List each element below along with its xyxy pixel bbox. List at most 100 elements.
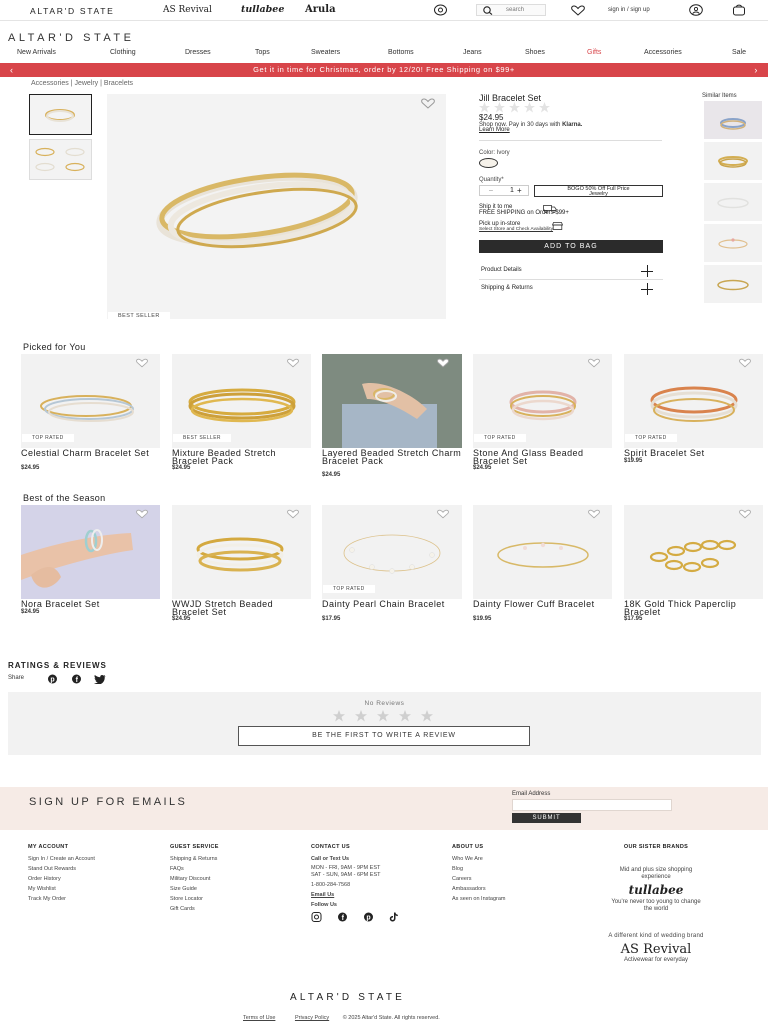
product-card-image[interactable]: TOP RATED	[624, 354, 763, 448]
color-swatch-ivory[interactable]	[479, 158, 498, 168]
add-to-wishlist-heart-icon[interactable]	[588, 509, 600, 519]
footer-link[interactable]: Shipping & Returns	[170, 854, 217, 864]
add-to-wishlist-heart-icon[interactable]	[287, 509, 299, 519]
facebook-icon[interactable]: f	[337, 912, 348, 922]
product-card-image[interactable]: TOP RATED	[322, 505, 462, 599]
breadcrumb[interactable]: Accessories | Jewelry | Bracelets	[31, 80, 133, 87]
wishlist-heart-icon[interactable]	[571, 5, 585, 16]
brand-arula[interactable]: Arula	[305, 4, 336, 15]
product-card-name[interactable]: Celestial Charm Bracelet Set	[21, 449, 160, 458]
footer-link[interactable]: Track My Order	[28, 894, 95, 904]
similar-item-3[interactable]	[704, 183, 762, 221]
add-to-wishlist-heart-icon[interactable]	[287, 358, 299, 368]
twitter-icon[interactable]	[94, 675, 106, 684]
product-card-image[interactable]: BEST SELLER	[172, 354, 311, 448]
footer-link[interactable]: As seen on Instagram	[452, 894, 506, 904]
product-card-image[interactable]	[473, 505, 612, 599]
nav-gifts[interactable]: Gifts	[587, 49, 601, 56]
brand-tullabee[interactable]: tullabee	[241, 4, 284, 15]
nav-sweaters[interactable]: Sweaters	[311, 49, 340, 56]
footer-link[interactable]: Stand Out Rewards	[28, 864, 95, 874]
add-to-wishlist-heart-icon[interactable]	[136, 358, 148, 368]
search-input[interactable]: search	[476, 4, 546, 16]
pinterest-icon[interactable]: p	[363, 912, 374, 922]
product-card-name[interactable]: Dainty Flower Cuff Bracelet	[473, 600, 612, 609]
product-card[interactable]: 18K Gold Thick Paperclip Bracelet $17.95	[624, 505, 763, 625]
promo-next-arrow-icon[interactable]: ›	[754, 63, 758, 77]
product-card-name[interactable]: 18K Gold Thick Paperclip Bracelet	[624, 600, 763, 617]
select-store-link[interactable]: Select Store and Check Availability	[479, 227, 553, 232]
product-card-name[interactable]: Spirit Bracelet Set	[624, 449, 763, 458]
location-pin-icon[interactable]	[434, 4, 447, 16]
footer-link[interactable]: FAQs	[170, 864, 217, 874]
product-card[interactable]: TOP RATED Celestial Charm Bracelet Set $…	[21, 354, 160, 476]
nav-dresses[interactable]: Dresses	[185, 49, 211, 56]
footer-logo[interactable]: ALTAR'D STATE	[290, 992, 405, 1003]
similar-item-5[interactable]	[704, 265, 762, 303]
similar-item-2[interactable]	[704, 142, 762, 180]
email-us-link[interactable]: Email Us	[311, 890, 380, 900]
add-to-wishlist-heart-icon[interactable]	[588, 358, 600, 368]
nav-jeans[interactable]: Jeans	[463, 49, 482, 56]
footer-link[interactable]: Store Locator	[170, 894, 217, 904]
account-icon[interactable]	[689, 4, 703, 16]
quantity-increase-button[interactable]: +	[517, 186, 522, 195]
add-to-wishlist-heart-icon[interactable]	[739, 509, 751, 519]
promo-prev-arrow-icon[interactable]: ‹	[10, 63, 14, 77]
nav-shoes[interactable]: Shoes	[525, 49, 545, 56]
submit-button[interactable]: SUBMIT	[512, 813, 581, 823]
product-card-name[interactable]: Nora Bracelet Set	[21, 600, 160, 609]
nav-tops[interactable]: Tops	[255, 49, 270, 56]
product-main-image[interactable]: BEST SELLER	[107, 94, 446, 320]
bag-icon[interactable]	[732, 4, 746, 16]
nav-sale[interactable]: Sale	[732, 49, 746, 56]
product-card[interactable]: Dainty Flower Cuff Bracelet $19.95	[473, 505, 612, 625]
nav-clothing[interactable]: Clothing	[110, 49, 136, 56]
facebook-icon[interactable]: f	[71, 674, 82, 684]
site-logo[interactable]: ALTAR'D STATE	[8, 32, 135, 44]
product-card-name[interactable]: Dainty Pearl Chain Bracelet	[322, 600, 462, 609]
product-card-image[interactable]	[322, 354, 462, 448]
sign-in-link[interactable]: sign in / sign up	[608, 7, 650, 13]
add-to-wishlist-heart-icon[interactable]	[421, 98, 435, 109]
product-card[interactable]: Nora Bracelet Set $24.95	[21, 505, 160, 625]
nav-bottoms[interactable]: Bottoms	[388, 49, 414, 56]
nav-accessories[interactable]: Accessories	[644, 49, 682, 56]
product-card-name[interactable]: Mixture Beaded Stretch Bracelet Pack	[172, 449, 311, 466]
product-thumbnail-2[interactable]	[29, 139, 92, 180]
product-card[interactable]: BEST SELLER Mixture Beaded Stretch Brace…	[172, 354, 311, 476]
footer-link[interactable]: Who We Are	[452, 854, 506, 864]
product-card[interactable]: TOP RATED Spirit Bracelet Set $19.95	[624, 354, 763, 476]
add-to-wishlist-heart-icon[interactable]	[437, 358, 449, 368]
product-card-name[interactable]: Stone And Glass Beaded Bracelet Set	[473, 449, 612, 466]
add-to-wishlist-heart-icon[interactable]	[739, 358, 751, 368]
tullabee-logo[interactable]: tullabee	[560, 883, 752, 897]
footer-link[interactable]: Blog	[452, 864, 506, 874]
quantity-value[interactable]: 1	[510, 187, 514, 194]
footer-link[interactable]: Order History	[28, 874, 95, 884]
product-card-image[interactable]	[624, 505, 763, 599]
as-revival-logo[interactable]: AS Revival	[560, 942, 752, 957]
product-card-image[interactable]	[21, 505, 160, 599]
email-input[interactable]	[512, 799, 672, 811]
write-review-button[interactable]: BE THE FIRST TO WRITE A REVIEW	[238, 726, 530, 746]
product-card[interactable]: Layered Beaded Stretch Charm Bracelet Pa…	[322, 354, 462, 482]
add-to-wishlist-heart-icon[interactable]	[136, 509, 148, 519]
quantity-decrease-button[interactable]: –	[489, 187, 493, 194]
product-details-accordion[interactable]: Product Details	[479, 261, 663, 280]
pinterest-icon[interactable]: p	[47, 674, 58, 684]
brand-as-revival[interactable]: AS Revival	[163, 5, 212, 15]
product-card[interactable]: WWJD Stretch Beaded Bracelet Set $24.95	[172, 505, 311, 625]
footer-link[interactable]: Military Discount	[170, 874, 217, 884]
quantity-stepper[interactable]: – 1 +	[479, 185, 529, 196]
brand-altard-state[interactable]: ALTAR'D STATE	[30, 6, 115, 16]
product-thumbnail-1[interactable]	[29, 94, 92, 135]
contact-phone[interactable]: 1-800-284-7568	[311, 880, 380, 890]
add-to-wishlist-heart-icon[interactable]	[437, 509, 449, 519]
footer-link[interactable]: Size Guide	[170, 884, 217, 894]
footer-link[interactable]: My Wishlist	[28, 884, 95, 894]
footer-link[interactable]: Ambassadors	[452, 884, 506, 894]
instagram-icon[interactable]	[311, 912, 322, 922]
footer-link[interactable]: Gift Cards	[170, 904, 217, 914]
shipping-returns-accordion[interactable]: Shipping & Returns	[479, 280, 663, 299]
